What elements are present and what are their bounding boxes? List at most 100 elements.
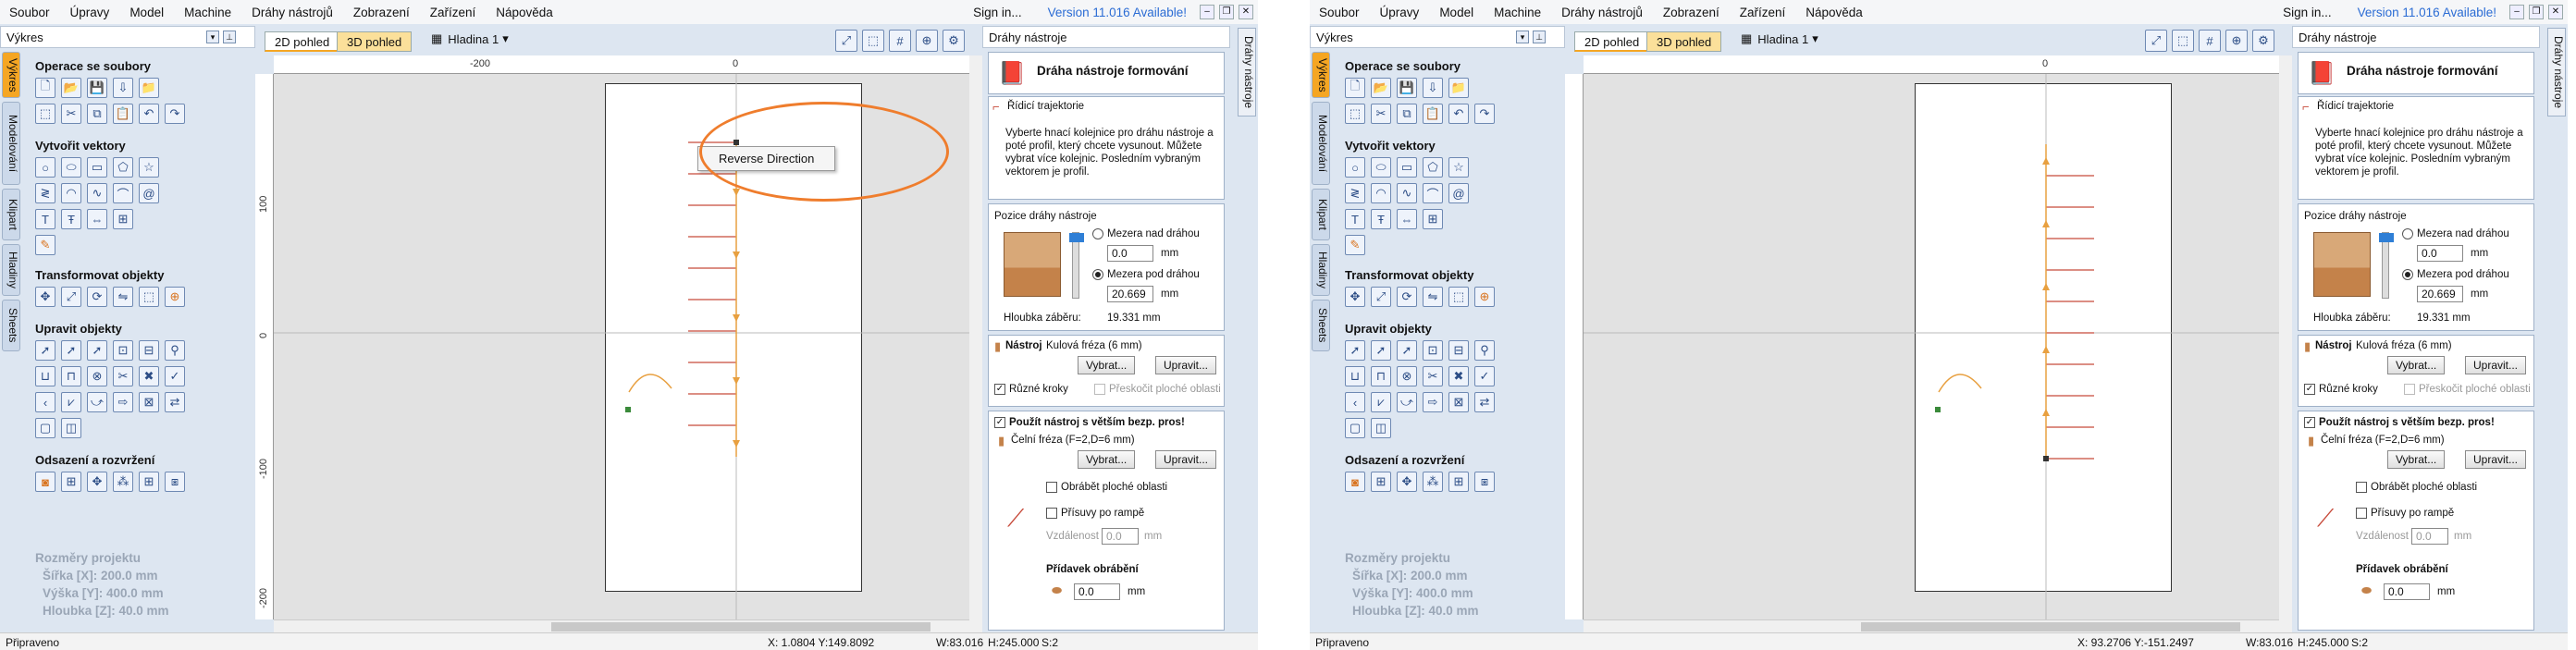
group-icon[interactable]: ⊡	[113, 340, 133, 361]
grid-array-icon[interactable]: ⊞	[1448, 472, 1469, 492]
menu-edit[interactable]: Úpravy	[1380, 6, 1420, 19]
ellipse-icon[interactable]: ⬭	[61, 157, 81, 178]
polyline-icon[interactable]: ≷	[35, 183, 55, 203]
node-edit-icon[interactable]: ➚	[61, 340, 81, 361]
align-icon[interactable]: ⊕	[1474, 287, 1495, 307]
join-icon[interactable]: ✖	[139, 366, 159, 386]
select-face-mill-button[interactable]: Vybrat...	[2387, 450, 2446, 469]
zoom-box-icon[interactable]: ⬚	[862, 30, 884, 52]
size-icon[interactable]: ⬚	[1448, 287, 1469, 307]
tab-modeling[interactable]: Modelování	[1312, 102, 1330, 185]
copy-icon[interactable]: ⧉	[87, 104, 107, 124]
intersect-icon[interactable]: ⊗	[1397, 366, 1417, 386]
menu-machine[interactable]: Machine	[184, 6, 231, 19]
menu-devices[interactable]: Zařízení	[1740, 6, 1786, 19]
save-icon[interactable]: 💾	[87, 78, 107, 98]
nest-icon[interactable]: ✥	[87, 472, 107, 492]
vertical-scrollbar[interactable]	[2279, 55, 2292, 632]
arrow-right-icon[interactable]: ⇨	[1423, 392, 1443, 412]
scroll-thumb[interactable]	[551, 622, 931, 632]
menu-file[interactable]: Soubor	[1319, 6, 1360, 19]
curve-icon[interactable]: ∿	[87, 183, 107, 203]
cut-icon[interactable]: ✂	[1371, 104, 1391, 124]
paste-icon[interactable]: 📋	[1423, 104, 1443, 124]
ramp-checkbox[interactable]	[1046, 508, 1057, 519]
layer-dropdown[interactable]: ▦ Hladina 1 ▾	[431, 31, 509, 46]
tab-clipart[interactable]: Klipart	[1312, 189, 1330, 240]
mirror-icon[interactable]: ⇋	[113, 287, 133, 307]
radio-below[interactable]	[2402, 269, 2413, 280]
extend-icon[interactable]: ⤻	[1397, 392, 1417, 412]
below-input[interactable]: 20.669	[2417, 286, 2463, 302]
grid-toggle-icon[interactable]: #	[889, 30, 911, 52]
move-icon[interactable]: ✥	[1345, 287, 1365, 307]
arc-icon[interactable]: ◠	[61, 183, 81, 203]
profile-node[interactable]	[1935, 407, 1941, 412]
snap-icon[interactable]: ⊕	[916, 30, 938, 52]
tab-sheets[interactable]: Sheets	[2, 300, 20, 351]
move-icon[interactable]: ✥	[35, 287, 55, 307]
grid-toggle-icon[interactable]: #	[2199, 30, 2221, 52]
pointer-icon[interactable]: ➚	[35, 340, 55, 361]
rectangle-icon[interactable]: ▭	[87, 157, 107, 178]
polygon-icon[interactable]: ⬠	[1423, 157, 1443, 178]
fillet-icon[interactable]: ⩗	[61, 392, 81, 412]
group-icon[interactable]: ⊡	[1423, 340, 1443, 361]
save-icon[interactable]: 💾	[1397, 78, 1417, 98]
larger-tool-checkbox[interactable]: ✓	[994, 417, 1005, 428]
text-on-curve-icon[interactable]: Ŧ	[61, 209, 81, 229]
tab-2d-view[interactable]: 2D pohled	[265, 31, 340, 52]
restore-button[interactable]: ❐	[2529, 5, 2544, 19]
distribute-icon[interactable]: ⁂	[113, 472, 133, 492]
trim-icon[interactable]: ✂	[1423, 366, 1443, 386]
dimension-icon[interactable]: ⇔	[1397, 209, 1417, 229]
horizontal-scrollbar[interactable]	[274, 619, 969, 632]
edit-face-mill-button[interactable]: Upravit...	[1155, 450, 1217, 469]
grid-icon[interactable]: ⊞	[1423, 209, 1443, 229]
minimize-button[interactable]: –	[2509, 5, 2524, 19]
close-button[interactable]: ✕	[1239, 5, 1253, 19]
panel-menu-icon[interactable]: ▾	[1516, 31, 1529, 43]
smooth-icon[interactable]: ✓	[165, 366, 185, 386]
skip-flat-checkbox[interactable]	[1094, 384, 1105, 395]
ungroup-icon[interactable]: ⊟	[139, 340, 159, 361]
tab-drawing[interactable]: Výkres	[1312, 52, 1330, 98]
grid-icon[interactable]: ⊞	[113, 209, 133, 229]
ellipse-icon[interactable]: ⬭	[1371, 157, 1391, 178]
subtract-icon[interactable]: ⊓	[61, 366, 81, 386]
join-icon[interactable]: ✖	[1448, 366, 1469, 386]
polygon-icon[interactable]: ⬠	[113, 157, 133, 178]
circle-icon[interactable]: ○	[1345, 157, 1365, 178]
draw-icon[interactable]: ✎	[1345, 235, 1365, 255]
radio-above[interactable]	[2402, 228, 2413, 239]
radio-above[interactable]	[1092, 228, 1103, 239]
below-input[interactable]: 20.669	[1107, 286, 1153, 302]
text-on-curve-icon[interactable]: Ŧ	[1371, 209, 1391, 229]
above-input[interactable]: 0.0	[1107, 245, 1153, 262]
depth-slider[interactable]	[2379, 232, 2394, 299]
ungroup-icon[interactable]: ⊟	[1448, 340, 1469, 361]
distribute-icon[interactable]: ⁂	[1423, 472, 1443, 492]
above-input[interactable]: 0.0	[2417, 245, 2463, 262]
fillet-icon[interactable]: ⩗	[1371, 392, 1391, 412]
size-icon[interactable]: ⬚	[139, 287, 159, 307]
arrow-right-icon[interactable]: ⇨	[113, 392, 133, 412]
measure-icon[interactable]: ⚲	[1474, 340, 1495, 361]
paste-icon[interactable]: 📋	[113, 104, 133, 124]
tab-2d-view[interactable]: 2D pohled	[1574, 31, 1650, 52]
smooth-icon[interactable]: ✓	[1474, 366, 1495, 386]
offset-vector-icon[interactable]: ◙	[1345, 472, 1365, 492]
tab-sheets[interactable]: Sheets	[1312, 300, 1330, 351]
menu-machine[interactable]: Machine	[1494, 6, 1541, 19]
arc-icon[interactable]: ◠	[1371, 183, 1391, 203]
close-vector-icon[interactable]: ⊠	[139, 392, 159, 412]
offset-icon[interactable]: ◫	[61, 418, 81, 438]
measure-icon[interactable]: ⚲	[165, 340, 185, 361]
profile-node[interactable]	[625, 407, 631, 412]
menu-toolpaths[interactable]: Dráhy nástrojů	[252, 6, 333, 19]
close-button[interactable]: ✕	[2548, 5, 2563, 19]
tab-layers[interactable]: Hladiny	[2, 244, 20, 296]
text-icon[interactable]: T	[35, 209, 55, 229]
tab-toolpaths[interactable]: Dráhy nástroje	[1238, 28, 1256, 117]
circle-icon[interactable]: ○	[35, 157, 55, 178]
